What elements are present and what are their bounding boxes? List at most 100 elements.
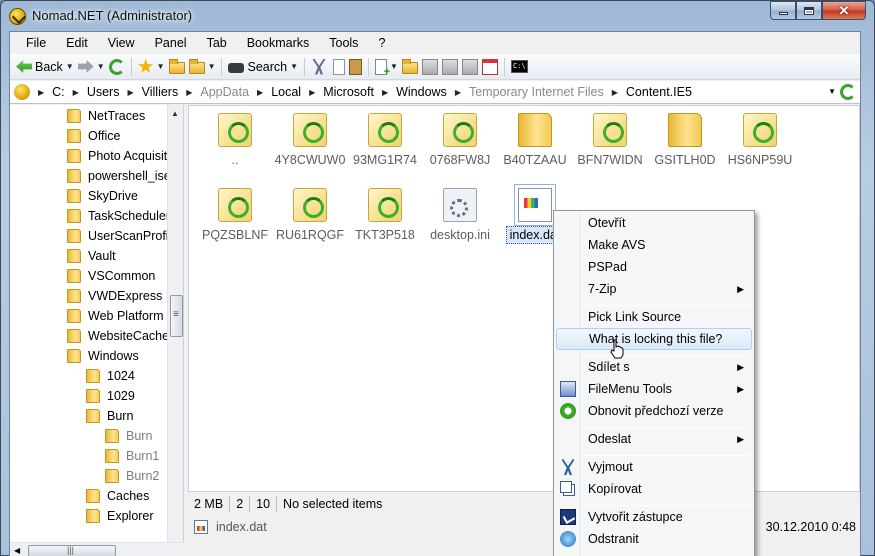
tree-item[interactable]: Web Platform I [67,306,170,326]
go-to-folder-button[interactable] [167,56,187,78]
tree-item[interactable]: 1024 [86,366,135,386]
forward-button[interactable]: ▼ [76,56,107,78]
menu-view[interactable]: View [98,32,145,54]
tree-item[interactable]: Photo Acquisit [67,146,167,166]
menu-bookmarks[interactable]: Bookmarks [237,32,320,54]
scroll-thumb[interactable] [170,295,183,337]
breadcrumb-item[interactable]: ▶ Microsoft [301,85,374,99]
scroll-up-icon[interactable]: ▲ [171,109,179,118]
breadcrumb-arrow-icon[interactable]: ▶ [127,88,133,97]
file-item[interactable]: B40TZAAU [497,113,573,167]
folder-dropdown-icon[interactable]: ▼ [208,62,216,71]
breadcrumb-item[interactable]: ▶ Users [65,85,120,99]
back-button[interactable]: Back ▼ [14,56,76,78]
context-menu-item[interactable]: Obnovit předchozí verze [556,400,752,422]
menu-help[interactable]: ? [368,32,395,54]
tree-item[interactable]: WebsiteCache [67,326,169,346]
search-button[interactable]: Search ▼ [226,56,300,78]
maximize-button[interactable] [796,1,822,20]
breadcrumb-item[interactable]: ▶ C: [30,85,65,99]
minimize-button[interactable] [770,1,796,20]
tree-item[interactable]: 1029 [86,386,135,406]
context-menu-item[interactable]: PSPad [556,256,752,278]
tree-item[interactable]: Burn [105,426,152,446]
context-menu-item[interactable]: Vyjmout [556,456,752,478]
back-dropdown-icon[interactable]: ▼ [66,62,74,71]
tree-item[interactable]: NetTraces [67,106,145,126]
copy-to-button[interactable] [400,56,420,78]
context-menu-item[interactable]: FileMenu Tools ▶ [556,378,752,400]
close-button[interactable]: ✕ [822,1,866,20]
address-dropdown-icon[interactable]: ▼ [828,87,836,96]
file-item[interactable]: HS6NP59U [722,113,798,167]
breadcrumb-item[interactable]: ▶ Windows [374,85,447,99]
command-prompt-button[interactable]: C:\ [509,56,530,78]
menu-tab[interactable]: Tab [197,32,237,54]
search-dropdown-icon[interactable]: ▼ [290,62,298,71]
folder-menu-button[interactable]: ▼ [187,56,218,78]
context-menu-item[interactable]: Kopírovat [556,478,752,500]
tree-item[interactable]: powershell_ise [67,166,171,186]
new-dropdown-icon[interactable]: ▼ [390,62,398,71]
bookmarks-dropdown-icon[interactable]: ▼ [157,62,165,71]
forward-dropdown-icon[interactable]: ▼ [97,62,105,71]
file-item[interactable]: .. [197,113,273,167]
file-item[interactable]: 93MG1R74 [347,113,423,167]
cut-button[interactable] [309,56,329,78]
refresh-button[interactable] [107,56,127,78]
file-item[interactable]: BFN7WIDN [572,113,648,167]
context-menu-item[interactable]: Vytvořit zástupce [556,506,752,528]
breadcrumb-arrow-icon[interactable]: ▶ [186,88,192,97]
breadcrumb-item[interactable]: ▶ AppData [178,85,249,99]
breadcrumb-item[interactable]: ▶ Local [249,85,301,99]
breadcrumb-arrow-icon[interactable]: ▶ [309,88,315,97]
tree-item[interactable]: Explorer [86,506,154,526]
tree-item[interactable]: Vault [67,246,116,266]
tree-item[interactable]: Caches [86,486,149,506]
context-menu-item[interactable]: Odstranit [556,528,752,550]
context-menu-item[interactable]: Odeslat ▶ [556,428,752,450]
move-button[interactable] [420,56,440,78]
menu-tools[interactable]: Tools [319,32,368,54]
tree-item[interactable]: Windows [67,346,139,366]
tree-item[interactable]: SkyDrive [67,186,138,206]
copy-button[interactable] [329,56,347,78]
breadcrumb-item[interactable]: ▶ Villiers [119,85,178,99]
title-bar[interactable]: Nomad.NET (Administrator) ✕ [1,1,874,31]
breadcrumb-arrow-icon[interactable]: ▶ [612,88,618,97]
tree-vertical-scrollbar[interactable]: ▲ [167,105,183,542]
context-menu-item[interactable]: Sdílet s ▶ [556,356,752,378]
calendar-button[interactable] [480,56,500,78]
tree-item[interactable]: UserScanProfile [67,226,178,246]
file-item[interactable]: GSITLH0D [647,113,723,167]
tree-item[interactable]: VSCommon [67,266,155,286]
breadcrumb-arrow-icon[interactable]: ▶ [382,88,388,97]
tree-item[interactable]: Burn [86,406,133,426]
context-menu-item[interactable]: What is locking this file? [556,328,752,350]
file-item[interactable]: 0768FW8J [422,113,498,167]
tree-item[interactable]: VWDExpress [67,286,162,306]
address-refresh-icon[interactable] [840,84,856,100]
context-menu-item[interactable]: 7-Zip ▶ [556,278,752,300]
scroll-thumb[interactable] [28,545,116,556]
breadcrumb-item[interactable]: ▶ Content.IE5 [604,85,692,99]
file-item[interactable]: PQZSBLNF [197,188,273,242]
file-item[interactable]: RU61RQGF [272,188,348,242]
menu-panel[interactable]: Panel [145,32,197,54]
tree-item[interactable]: Burn2 [105,466,159,486]
breadcrumb-arrow-icon[interactable]: ▶ [455,88,461,97]
tree-item[interactable]: Office [67,126,120,146]
tree-item[interactable]: Burn1 [105,446,159,466]
tree-item[interactable]: TaskScheduler( [67,206,174,226]
bookmarks-button[interactable]: ▼ [136,56,167,78]
address-bar[interactable]: ▶ C: ▶ Users ▶ Villiers ▶ AppData ▶ Local ▶ Microso… [10,81,860,104]
context-menu-item[interactable]: Pick Link Source [556,306,752,328]
archive-button[interactable] [460,56,480,78]
menu-file[interactable]: File [16,32,56,54]
context-menu-item[interactable]: Make AVS [556,234,752,256]
breadcrumb-arrow-icon[interactable]: ▶ [73,88,79,97]
breadcrumb-arrow-icon[interactable]: ▶ [257,88,263,97]
scroll-left-icon[interactable]: ◀ [14,546,20,555]
breadcrumb-item[interactable]: ▶ Temporary Internet Files [447,85,604,99]
file-item[interactable]: 4Y8CWUW0 [272,113,348,167]
